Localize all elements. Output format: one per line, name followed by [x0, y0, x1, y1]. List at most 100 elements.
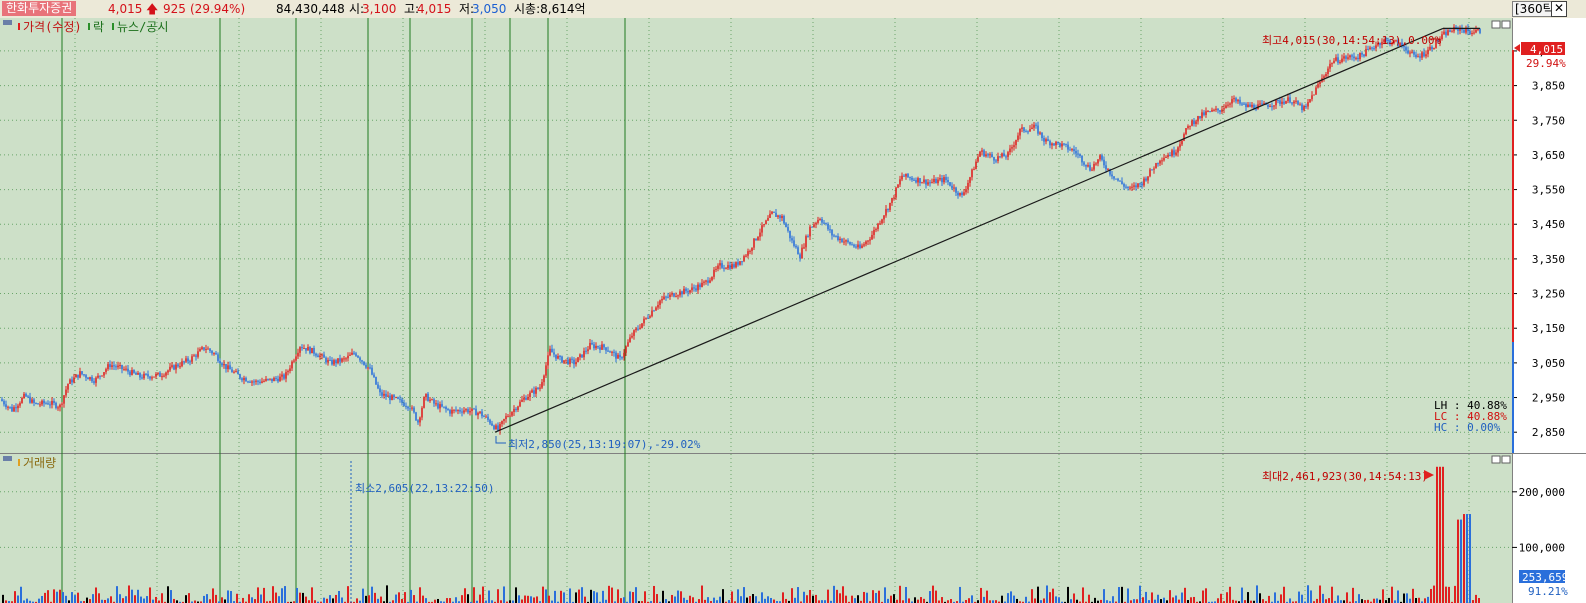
volume-bar [275, 592, 277, 603]
candle-body [1015, 140, 1017, 146]
volume-panel-close-button[interactable] [1501, 455, 1511, 464]
candle-body [325, 357, 327, 363]
candle-body [281, 374, 283, 377]
volume-bar [1070, 599, 1072, 603]
legend-price[interactable]: 가격(수정) [23, 20, 82, 34]
candle-body [139, 372, 141, 378]
candle-body [1043, 138, 1045, 142]
volume-bar [41, 595, 43, 603]
panel-icon[interactable] [3, 20, 12, 25]
legend-volume[interactable]: 거래량 [23, 456, 56, 470]
candle-body [1145, 178, 1147, 181]
candle-body [1053, 143, 1055, 146]
legend-lock[interactable]: 락 [93, 20, 104, 34]
candle-body [797, 247, 799, 255]
volume-bar [1298, 591, 1300, 603]
volume-bar [1454, 585, 1456, 603]
volume-bar [890, 595, 892, 603]
candle-body [1017, 135, 1019, 141]
candle-body [679, 291, 681, 296]
candle-body [883, 215, 885, 220]
volume-bar [1169, 590, 1171, 603]
legend-lock-marker [88, 23, 90, 30]
volume-panel-icon[interactable] [3, 456, 12, 461]
candle-body [513, 408, 515, 412]
price-tick-label: 3,550 [1532, 184, 1565, 197]
candle-body [1195, 121, 1197, 125]
candle-body [149, 376, 151, 379]
candle-body [441, 404, 443, 407]
volume-bar [1406, 593, 1408, 603]
candle-body [617, 354, 619, 359]
candle-body [85, 375, 87, 378]
candle-body [167, 370, 169, 373]
volume-bar [464, 588, 466, 603]
candle-body [777, 215, 779, 217]
candle-body [177, 364, 179, 367]
low-value: 3,050 [472, 2, 507, 16]
volume-tick-label: 200,000 [1519, 486, 1565, 499]
volume-bar [1439, 466, 1441, 603]
candle-body [81, 371, 83, 375]
candle-body [987, 154, 989, 156]
candle-body [1201, 112, 1203, 119]
volume-bar [1262, 599, 1264, 603]
price-panel-restore-button[interactable] [1491, 20, 1501, 29]
candle-body [651, 310, 653, 317]
volume-bar [326, 598, 328, 603]
stock-name[interactable]: 한화투자증권 [2, 1, 77, 16]
volume-bar [299, 592, 301, 603]
candle-body [613, 351, 615, 353]
candle-body [269, 378, 271, 380]
volume-tick-label: 100,000 [1519, 541, 1565, 554]
volume-bar [116, 586, 118, 603]
candle-body [1169, 155, 1171, 157]
candle-body [157, 372, 159, 374]
candle-body [1033, 124, 1035, 128]
candle-body [819, 219, 821, 221]
volume-bar [569, 588, 571, 603]
candle-body [63, 395, 65, 404]
candle-body [927, 182, 929, 185]
legend-news-marker [112, 23, 114, 30]
legend-news[interactable]: 뉴스/공시 [117, 20, 168, 34]
candle-body [151, 377, 153, 379]
candle-body [1475, 29, 1477, 33]
candle-body [771, 211, 773, 214]
volume-bar [473, 587, 475, 603]
candle-body [1157, 163, 1159, 165]
candle-body [989, 154, 991, 156]
volume-bar [950, 599, 952, 603]
candle-body [823, 222, 825, 224]
candle-body [1113, 176, 1115, 179]
candle-body [1211, 109, 1213, 112]
volume-bar [503, 586, 505, 603]
candle-body [1339, 61, 1341, 63]
candle-body [1163, 157, 1165, 161]
candle-body [79, 371, 81, 378]
close-button[interactable]: ✕ [1551, 1, 1567, 17]
candle-body [469, 411, 471, 413]
candle-body [493, 425, 495, 430]
volume-bar [872, 590, 874, 603]
candle-body [1329, 63, 1331, 69]
candle-body [451, 409, 453, 414]
candle-body [757, 236, 759, 241]
candle-body [1189, 125, 1191, 127]
volume-bar [581, 587, 583, 603]
candle-body [107, 364, 109, 370]
price-panel-close-button[interactable] [1501, 20, 1511, 29]
volume-bar [524, 595, 526, 603]
volume-panel-restore-button[interactable] [1491, 455, 1501, 464]
volume-bar [1220, 593, 1222, 603]
candle-body [1185, 128, 1187, 135]
candle-body [773, 211, 775, 213]
candle-body [1327, 68, 1329, 74]
candle-body [9, 406, 11, 408]
volume-bar [899, 585, 901, 603]
candle-body [1089, 165, 1091, 171]
volume-bar [635, 587, 637, 603]
volume-bar [86, 597, 88, 603]
volume-bar [1322, 593, 1324, 603]
candle-body [573, 359, 575, 365]
